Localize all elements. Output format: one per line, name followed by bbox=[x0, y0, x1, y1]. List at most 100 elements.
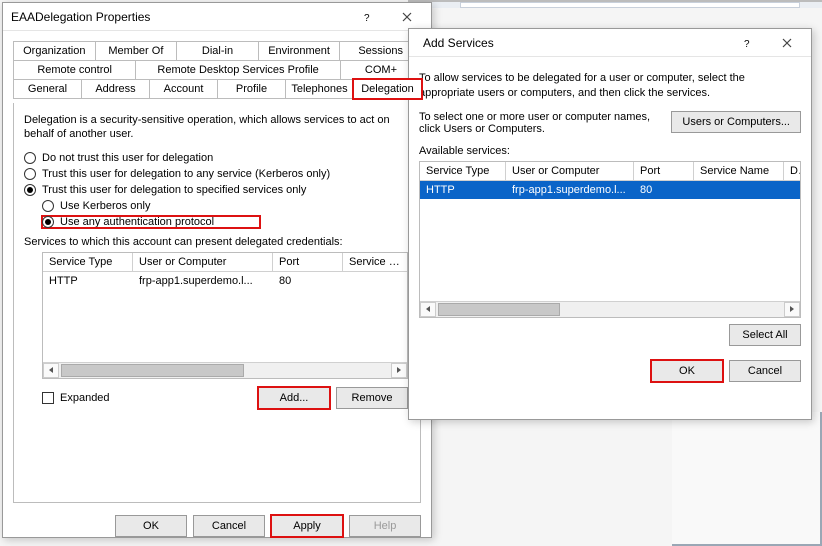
add-button[interactable]: Add... bbox=[258, 387, 330, 409]
radio-any-auth-protocol[interactable]: Use any authentication protocol bbox=[42, 216, 260, 228]
window-body: To allow services to be delegated for a … bbox=[409, 57, 811, 388]
listview-header: Service Type User or Computer Port Servi… bbox=[43, 253, 407, 272]
col-service-type[interactable]: Service Type bbox=[43, 253, 133, 271]
col-service-type[interactable]: Service Type bbox=[420, 162, 506, 180]
apply-button[interactable]: Apply bbox=[271, 515, 343, 537]
help-icon[interactable]: ? bbox=[727, 31, 767, 55]
scroll-right-icon[interactable] bbox=[391, 363, 407, 378]
titlebar: Add Services ? bbox=[409, 29, 811, 57]
select-all-row: Select All bbox=[419, 324, 801, 346]
checkbox-label: Expanded bbox=[60, 392, 110, 404]
intro-text: To allow services to be delegated for a … bbox=[419, 71, 801, 101]
services-listview[interactable]: Service Type User or Computer Port Servi… bbox=[42, 252, 408, 379]
expanded-checkbox[interactable]: Expanded bbox=[42, 392, 110, 404]
cell-port: 80 bbox=[634, 181, 694, 199]
scroll-thumb[interactable] bbox=[438, 303, 560, 316]
radio-icon bbox=[24, 168, 36, 180]
available-services-label: Available services: bbox=[419, 145, 801, 157]
window-body: Organization Member Of Dial-in Environme… bbox=[3, 31, 431, 509]
svg-text:?: ? bbox=[364, 13, 370, 22]
help-button[interactable]: Help bbox=[349, 515, 421, 537]
radio-icon bbox=[42, 200, 54, 212]
tab-address[interactable]: Address bbox=[81, 79, 150, 99]
users-or-computers-row: To select one or more user or computer n… bbox=[419, 111, 801, 135]
select-all-button[interactable]: Select All bbox=[729, 324, 801, 346]
window-title: Add Services bbox=[417, 36, 727, 50]
col-port[interactable]: Port bbox=[273, 253, 343, 271]
scrollbar-horizontal[interactable] bbox=[43, 362, 407, 378]
cell-uoc: frp-app1.superdemo.l... bbox=[133, 272, 273, 290]
tab-account[interactable]: Account bbox=[149, 79, 218, 99]
add-services-window: Add Services ? To allow services to be d… bbox=[408, 28, 812, 420]
tab-strip: Organization Member Of Dial-in Environme… bbox=[13, 41, 421, 99]
close-icon[interactable] bbox=[387, 5, 427, 29]
listview-body: HTTP frp-app1.superdemo.l... 80 bbox=[43, 272, 407, 362]
close-icon[interactable] bbox=[767, 31, 807, 55]
delegation-properties-window: EAADelegation Properties ? Organization … bbox=[2, 2, 432, 538]
tab-profile[interactable]: Profile bbox=[217, 79, 286, 99]
users-or-computers-button[interactable]: Users or Computers... bbox=[671, 111, 801, 133]
scrollbar-horizontal[interactable] bbox=[420, 301, 800, 317]
scroll-right-icon[interactable] bbox=[784, 302, 800, 317]
dialog-footer: OK Cancel bbox=[419, 360, 801, 382]
cell-domain bbox=[784, 181, 800, 199]
tab-general[interactable]: General bbox=[13, 79, 82, 99]
col-service-name[interactable]: Service N... bbox=[343, 253, 407, 271]
delegation-description: Delegation is a security-sensitive opera… bbox=[24, 113, 410, 142]
svg-text:?: ? bbox=[744, 39, 750, 48]
tab-panel-delegation: Delegation is a security-sensitive opera… bbox=[13, 103, 421, 503]
window-title: EAADelegation Properties bbox=[11, 10, 347, 24]
col-user-or-computer[interactable]: User or Computer bbox=[506, 162, 634, 180]
tab-dial-in[interactable]: Dial-in bbox=[176, 41, 259, 60]
scroll-track[interactable] bbox=[59, 363, 391, 378]
cell-svcname bbox=[694, 181, 784, 199]
ok-button[interactable]: OK bbox=[115, 515, 187, 537]
scroll-track[interactable] bbox=[436, 302, 784, 317]
radio-no-trust[interactable]: Do not trust this user for delegation bbox=[24, 152, 410, 164]
cell-port: 80 bbox=[273, 272, 343, 290]
scroll-left-icon[interactable] bbox=[43, 363, 59, 378]
radio-icon bbox=[24, 184, 36, 196]
radio-kerberos-only[interactable]: Use Kerberos only bbox=[42, 200, 410, 212]
cancel-button[interactable]: Cancel bbox=[729, 360, 801, 382]
table-row[interactable]: HTTP frp-app1.superdemo.l... 80 bbox=[420, 181, 800, 199]
help-icon[interactable]: ? bbox=[347, 5, 387, 29]
tab-remote-control[interactable]: Remote control bbox=[13, 60, 136, 79]
cancel-button[interactable]: Cancel bbox=[193, 515, 265, 537]
scroll-thumb[interactable] bbox=[61, 364, 244, 377]
radio-icon bbox=[42, 216, 54, 228]
radio-label: Use Kerberos only bbox=[60, 200, 151, 212]
tab-telephones[interactable]: Telephones bbox=[285, 79, 354, 99]
tab-member-of[interactable]: Member Of bbox=[95, 41, 178, 60]
titlebar: EAADelegation Properties ? bbox=[3, 3, 431, 31]
col-port[interactable]: Port bbox=[634, 162, 694, 180]
listview-utilities: Expanded Add... Remove bbox=[42, 387, 408, 409]
radio-label: Trust this user for delegation to any se… bbox=[42, 168, 330, 180]
radio-icon bbox=[24, 152, 36, 164]
cell-type: HTTP bbox=[43, 272, 133, 290]
listview-header: Service Type User or Computer Port Servi… bbox=[420, 162, 800, 181]
radio-trust-specified[interactable]: Trust this user for delegation to specif… bbox=[24, 184, 410, 196]
radio-label: Trust this user for delegation to specif… bbox=[42, 184, 306, 196]
radio-label: Use any authentication protocol bbox=[60, 216, 214, 228]
checkbox-icon bbox=[42, 392, 54, 404]
radio-trust-any-service[interactable]: Trust this user for delegation to any se… bbox=[24, 168, 410, 180]
tab-rds-profile[interactable]: Remote Desktop Services Profile bbox=[135, 60, 341, 79]
tab-environment[interactable]: Environment bbox=[258, 41, 341, 60]
scroll-left-icon[interactable] bbox=[420, 302, 436, 317]
remove-button[interactable]: Remove bbox=[336, 387, 408, 409]
col-service-name[interactable]: Service Name bbox=[694, 162, 784, 180]
col-user-or-computer[interactable]: User or Computer bbox=[133, 253, 273, 271]
dialog-footer: OK Cancel Apply Help bbox=[3, 509, 431, 545]
tab-organization[interactable]: Organization bbox=[13, 41, 96, 60]
listview-body: HTTP frp-app1.superdemo.l... 80 bbox=[420, 181, 800, 301]
radio-label: Do not trust this user for delegation bbox=[42, 152, 213, 164]
cell-type: HTTP bbox=[420, 181, 506, 199]
cell-uoc: frp-app1.superdemo.l... bbox=[506, 181, 634, 199]
table-row[interactable]: HTTP frp-app1.superdemo.l... 80 bbox=[43, 272, 407, 290]
col-domain[interactable]: D bbox=[784, 162, 800, 180]
tab-delegation[interactable]: Delegation bbox=[353, 79, 422, 99]
available-services-listview[interactable]: Service Type User or Computer Port Servi… bbox=[419, 161, 801, 318]
services-caption: Services to which this account can prese… bbox=[24, 236, 410, 248]
ok-button[interactable]: OK bbox=[651, 360, 723, 382]
